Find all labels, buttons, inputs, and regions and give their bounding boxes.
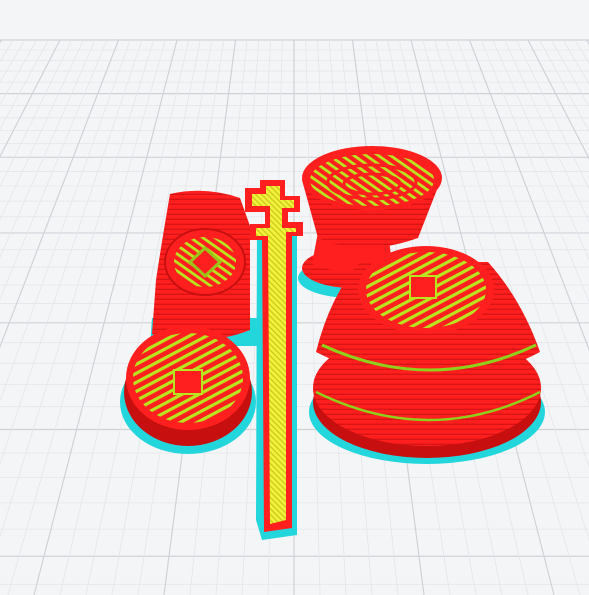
- grid-line: [0, 39, 3, 44]
- grid-line: [0, 39, 49, 131]
- grid-line: [0, 39, 131, 403]
- long-cross-stick-object[interactable]: [245, 180, 303, 540]
- grid-line: [539, 39, 589, 132]
- grid-line: [0, 39, 120, 349]
- grid-line: [0, 39, 154, 539]
- grid-line: [0, 39, 143, 465]
- grid-line: [0, 39, 84, 221]
- grid-line: [305, 39, 321, 595]
- grid-line: [0, 39, 108, 301]
- square-hole-coin-flat-object[interactable]: [120, 326, 256, 454]
- dome-square-hole: [409, 275, 437, 299]
- square-hole-coin-upright-object[interactable]: [150, 190, 260, 346]
- grid-line: [0, 39, 26, 83]
- grid-line: [0, 39, 96, 259]
- grid-line: [515, 39, 589, 190]
- flat-coin-square-hole: [173, 369, 203, 395]
- 3d-viewport[interactable]: [0, 0, 589, 595]
